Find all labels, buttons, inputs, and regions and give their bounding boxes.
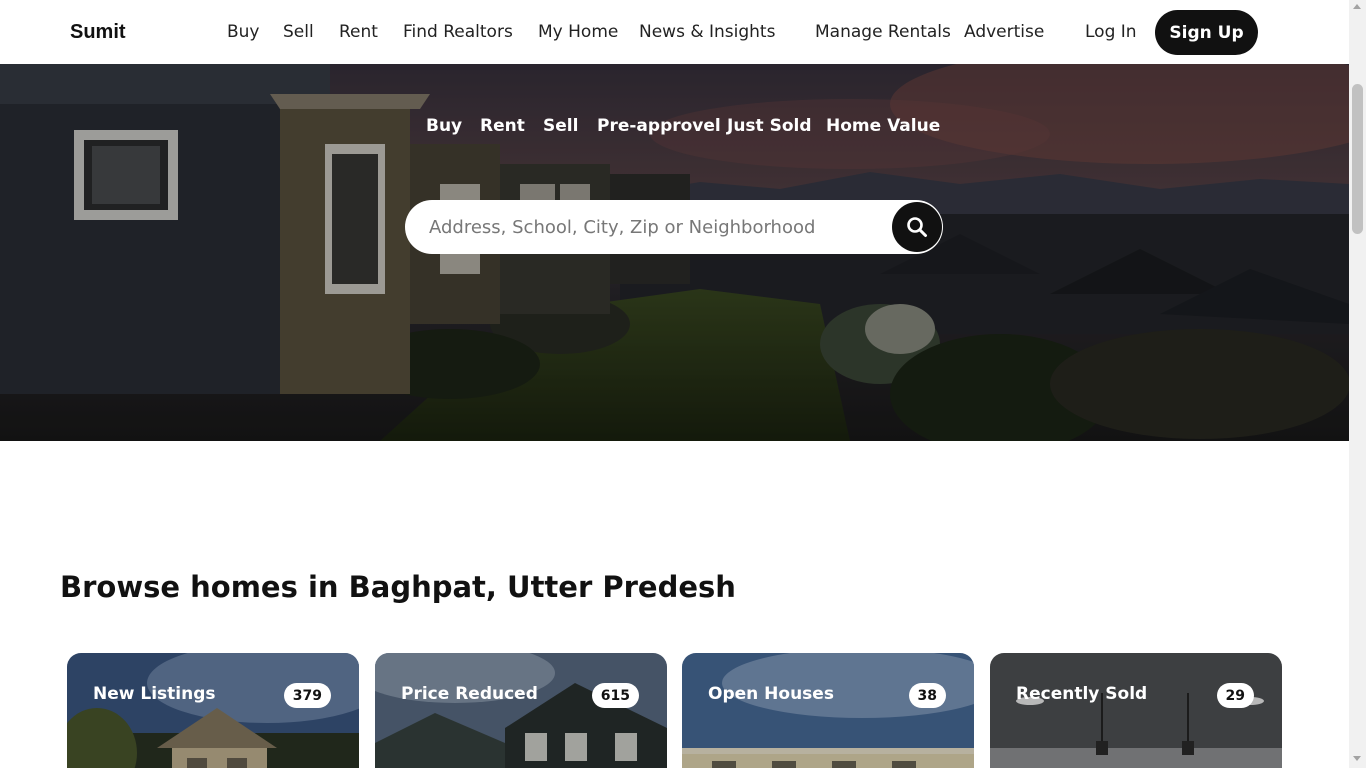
nav-my-home[interactable]: My Home bbox=[538, 22, 618, 42]
signup-button[interactable]: Sign Up bbox=[1155, 10, 1258, 55]
scroll-thumb[interactable] bbox=[1352, 84, 1363, 234]
hero-tab-sell[interactable]: Sell bbox=[543, 116, 578, 136]
nav-news-insights[interactable]: News & Insights bbox=[639, 22, 775, 42]
scroll-down-arrow-icon[interactable] bbox=[1353, 756, 1361, 761]
search-input[interactable] bbox=[429, 212, 889, 242]
page-scrollbar[interactable] bbox=[1349, 0, 1366, 768]
card-recently-sold[interactable]: Recently Sold 29 bbox=[990, 653, 1282, 768]
hero-tab-buy[interactable]: Buy bbox=[426, 116, 462, 136]
search-button[interactable] bbox=[892, 202, 942, 252]
nav-advertise[interactable]: Advertise bbox=[964, 22, 1044, 42]
search-bar bbox=[405, 200, 943, 254]
hero-tab-home-value[interactable]: Home Value bbox=[826, 116, 940, 136]
card-open-houses[interactable]: Open Houses 38 bbox=[682, 653, 974, 768]
card-label: Open Houses bbox=[708, 684, 834, 704]
card-label: Price Reduced bbox=[401, 684, 538, 704]
card-image bbox=[375, 653, 667, 768]
card-count-badge: 379 bbox=[283, 683, 331, 708]
card-image bbox=[67, 653, 359, 768]
top-navigation: Sumit Buy Sell Rent Find Realtors My Hom… bbox=[0, 0, 1349, 64]
nav-sell[interactable]: Sell bbox=[283, 22, 314, 42]
hero-tab-just-sold[interactable]: Just Sold bbox=[727, 116, 812, 136]
card-count-badge: 29 bbox=[1216, 683, 1254, 708]
card-count-badge: 615 bbox=[591, 683, 639, 708]
search-icon bbox=[907, 217, 927, 237]
card-price-reduced[interactable]: Price Reduced 615 bbox=[375, 653, 667, 768]
card-image bbox=[682, 653, 974, 768]
login-link[interactable]: Log In bbox=[1085, 22, 1137, 42]
scroll-up-arrow-icon[interactable] bbox=[1353, 4, 1361, 9]
hero-tab-pre-approval[interactable]: Pre-approvel bbox=[597, 116, 721, 136]
card-label: Recently Sold bbox=[1016, 684, 1148, 704]
card-image bbox=[990, 653, 1282, 768]
hero-banner: Buy Rent Sell Pre-approvel Just Sold Hom… bbox=[0, 64, 1349, 441]
nav-rent[interactable]: Rent bbox=[339, 22, 378, 42]
hero-tab-rent[interactable]: Rent bbox=[480, 116, 525, 136]
nav-manage-rentals[interactable]: Manage Rentals bbox=[815, 22, 951, 42]
card-count-badge: 38 bbox=[908, 683, 946, 708]
nav-buy[interactable]: Buy bbox=[227, 22, 260, 42]
nav-find-realtors[interactable]: Find Realtors bbox=[403, 22, 513, 42]
card-label: New Listings bbox=[93, 684, 216, 704]
site-logo[interactable]: Sumit bbox=[70, 21, 126, 44]
card-new-listings[interactable]: New Listings 379 bbox=[67, 653, 359, 768]
browse-title: Browse homes in Baghpat, Utter Predesh bbox=[60, 570, 736, 604]
